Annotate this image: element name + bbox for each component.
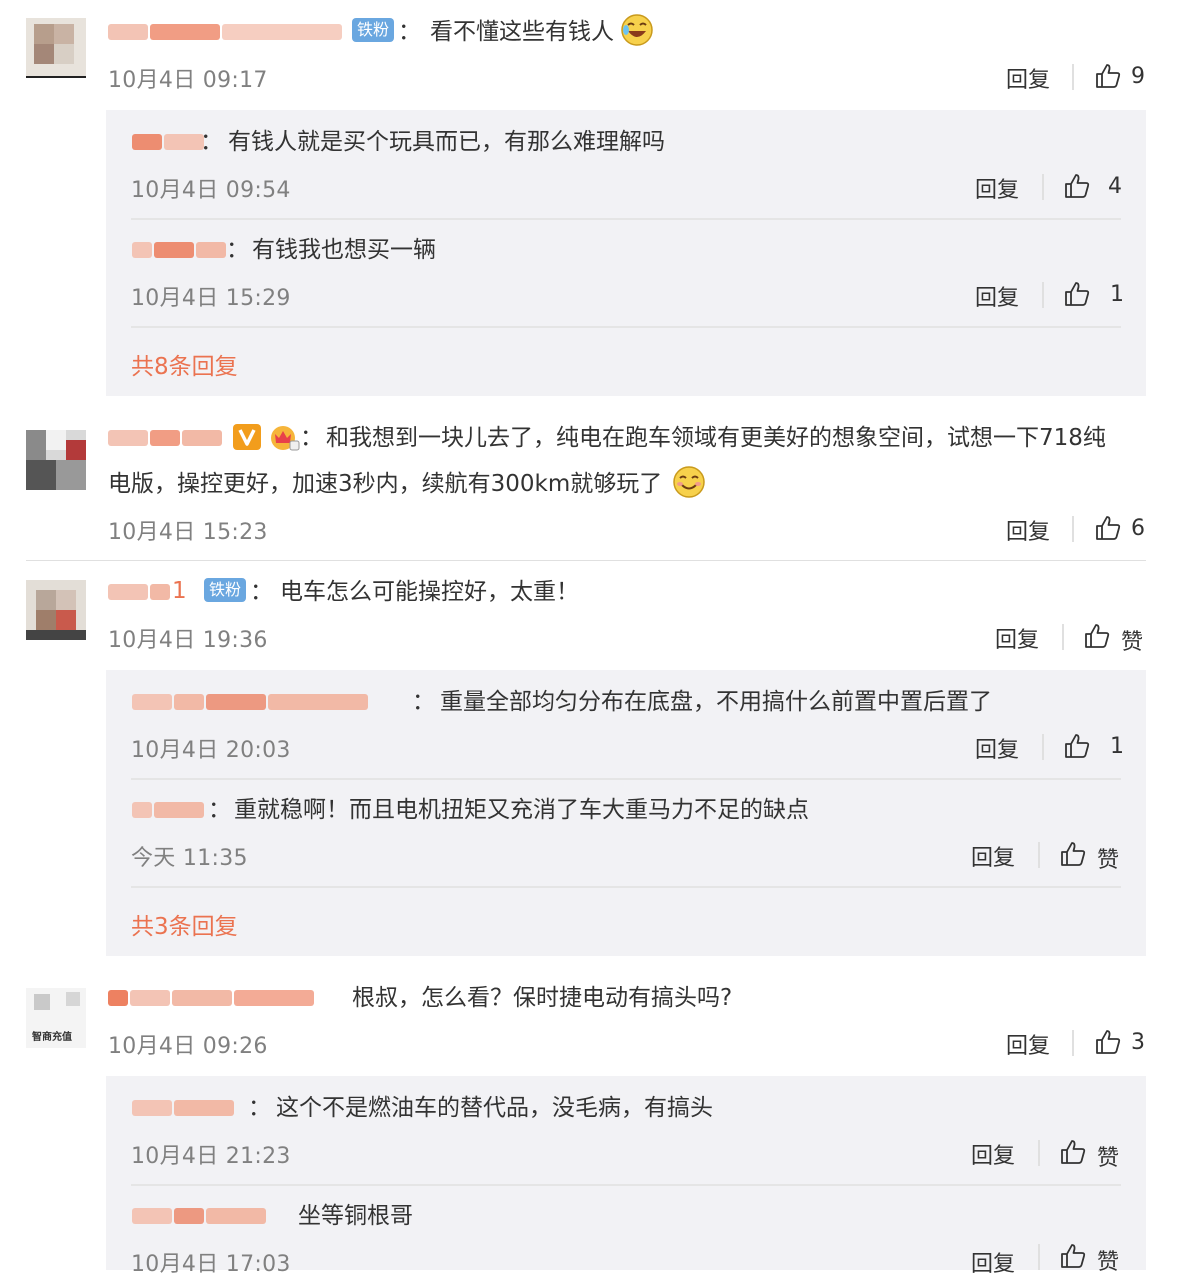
comment-text: 和我想到一块儿去了，纯电在跑车领域有更美好的想象空间，试想一下718纯 <box>326 425 1106 451</box>
reply-text: 重就稳啊！而且电机扭矩又充消了车大重马力不足的缺点 <box>234 797 809 823</box>
vip-crown-icon <box>271 426 300 451</box>
colon: ： <box>300 425 323 451</box>
divider <box>1042 174 1044 200</box>
colon: ： <box>398 19 421 45</box>
reply-button[interactable]: 回复 <box>1006 1028 1050 1060</box>
reply-username[interactable] <box>132 128 206 158</box>
reply-button[interactable]: 回复 <box>1006 62 1050 94</box>
reply-time: 10月4日 09:54 <box>131 178 291 203</box>
username[interactable] <box>108 18 344 48</box>
reply-text: 重量全部均匀分布在底盘，不用搞什么前置中置后置了 <box>440 689 992 715</box>
like-count: 4 <box>1108 174 1122 199</box>
like-count: 赞 <box>1121 630 1144 655</box>
thumbs-up-icon[interactable] <box>1094 1028 1122 1056</box>
reply-divider <box>131 218 1121 220</box>
thumbs-up-icon[interactable] <box>1059 840 1087 868</box>
more-replies-link[interactable]: 共3条回复 <box>131 907 238 941</box>
reply-button[interactable]: 回复 <box>995 622 1039 654</box>
divider <box>1072 1030 1074 1056</box>
avatar[interactable] <box>26 18 86 78</box>
reply-button[interactable]: 回复 <box>971 1246 1015 1278</box>
colon: ： <box>208 797 231 823</box>
divider <box>1042 734 1044 760</box>
comment-divider <box>26 560 1146 561</box>
reply-username[interactable] <box>132 1094 236 1124</box>
comment-text: 看不懂这些有钱人 <box>430 19 614 45</box>
colon: ： <box>226 237 249 263</box>
username[interactable] <box>108 424 224 454</box>
divider <box>1072 64 1074 90</box>
thumbs-up-icon[interactable] <box>1059 1138 1087 1166</box>
like-count: 1 <box>1110 734 1124 759</box>
like-count: 赞 <box>1097 1250 1120 1275</box>
reply-text: 有钱人就是买个玩具而已，有那么难理解吗 <box>228 129 665 155</box>
thumbs-up-icon[interactable] <box>1059 1242 1087 1270</box>
avatar[interactable] <box>26 580 86 640</box>
divider <box>1062 624 1064 650</box>
colon: ： <box>250 579 273 605</box>
reply-time: 10月4日 15:29 <box>131 286 291 311</box>
thumbs-up-icon[interactable] <box>1063 172 1091 200</box>
reply-time: 10月4日 17:03 <box>131 1252 291 1277</box>
reply-button[interactable]: 回复 <box>975 280 1019 312</box>
reply-text: 坐等铜根哥 <box>298 1203 413 1229</box>
like-count: 9 <box>1131 64 1145 89</box>
fan-badge: 铁粉 <box>352 18 395 42</box>
like-count: 赞 <box>1097 848 1120 873</box>
comment-text: 根叔，怎么看？保时捷电动有搞头吗? <box>352 985 733 1011</box>
comment-time: 10月4日 15:23 <box>108 520 268 545</box>
reply-button[interactable]: 回复 <box>975 732 1019 764</box>
thumbs-up-icon[interactable] <box>1083 622 1111 650</box>
avatar-label: 智商充值 <box>32 1032 72 1043</box>
thumbs-up-icon[interactable] <box>1094 514 1122 542</box>
like-count: 6 <box>1131 516 1145 541</box>
like-count: 赞 <box>1097 1146 1120 1171</box>
like-count: 3 <box>1131 1030 1145 1055</box>
thumbs-up-icon[interactable] <box>1094 62 1122 90</box>
comment-text-line2: 电版，操控更好，加速3秒内，续航有300km就够玩了 <box>108 471 663 497</box>
comment-time: 10月4日 09:26 <box>108 1034 268 1059</box>
reply-button[interactable]: 回复 <box>971 840 1015 872</box>
reply-time: 10月4日 20:03 <box>131 738 291 763</box>
fan-badge: 铁粉 <box>204 578 247 602</box>
reply-button[interactable]: 回复 <box>1006 514 1050 546</box>
reply-username[interactable] <box>132 1202 268 1232</box>
reply-username[interactable] <box>132 796 206 826</box>
reply-username[interactable] <box>132 688 370 718</box>
more-replies-link[interactable]: 共8条回复 <box>131 347 238 381</box>
reply-divider <box>131 1184 1121 1186</box>
colon: ： <box>200 129 223 155</box>
reply-text: 有钱我也想买一辆 <box>252 237 436 263</box>
username[interactable] <box>108 984 316 1014</box>
like-count: 1 <box>1110 282 1124 307</box>
reply-divider <box>131 326 1121 328</box>
username[interactable]: 1 <box>108 578 187 608</box>
reply-username[interactable] <box>132 236 228 266</box>
laugh-cry-emoji-icon <box>621 14 653 46</box>
divider <box>1042 282 1044 308</box>
reply-button[interactable]: 回复 <box>971 1138 1015 1170</box>
verified-v-icon <box>233 424 261 450</box>
thumbs-up-icon[interactable] <box>1063 280 1091 308</box>
colon: ： <box>248 1095 271 1121</box>
divider <box>1038 1140 1040 1166</box>
reply-time: 10月4日 21:23 <box>131 1144 291 1169</box>
smile-emoji-icon <box>673 466 705 498</box>
comment-text: 电车怎么可能操控好，太重！ <box>280 579 579 605</box>
avatar[interactable]: 智商充值 <box>26 988 86 1048</box>
avatar[interactable] <box>26 430 86 490</box>
reply-time: 今天 11:35 <box>131 846 248 871</box>
comment-time: 10月4日 09:17 <box>108 68 268 93</box>
colon: ： <box>412 689 435 715</box>
reply-text: 这个不是燃油车的替代品，没毛病，有搞头 <box>276 1095 713 1121</box>
divider <box>1072 516 1074 542</box>
reply-divider <box>131 778 1121 780</box>
reply-button[interactable]: 回复 <box>975 172 1019 204</box>
comment-time: 10月4日 19:36 <box>108 628 268 653</box>
divider <box>1038 842 1040 868</box>
reply-divider <box>131 886 1121 888</box>
thumbs-up-icon[interactable] <box>1063 732 1091 760</box>
divider <box>1038 1244 1040 1270</box>
